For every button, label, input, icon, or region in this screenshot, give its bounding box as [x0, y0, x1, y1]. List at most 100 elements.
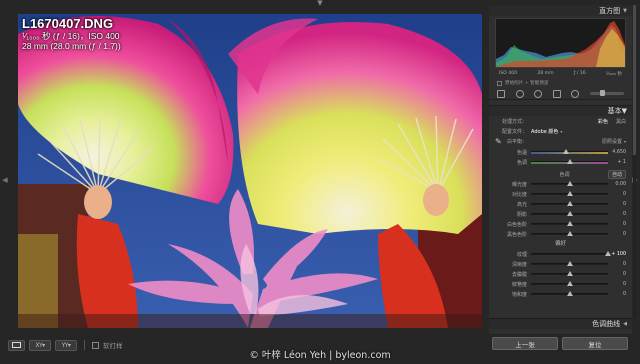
highlights-slider[interactable] — [531, 201, 608, 206]
exif-iso: ISO 400 — [499, 71, 518, 76]
slider-thumb[interactable] — [566, 201, 573, 206]
preview-status: 原始照片 + 智能预览 — [489, 78, 632, 88]
right-develop-panel: 直方图 ▼ ISO 400 28 mm ƒ / 16 ¹⁄₁₀₀₀ 秒 原始照片… — [489, 5, 632, 334]
wb-label: 白平衡： — [507, 139, 528, 145]
shadows-slider[interactable] — [531, 211, 608, 216]
whites-value[interactable]: 0 — [608, 222, 626, 227]
dehaze-slider[interactable] — [531, 271, 608, 276]
exif-focal: 28 mm — [537, 71, 554, 76]
shadows-row: 阴影 0 — [489, 209, 632, 219]
top-panel-toggle-icon[interactable]: ▼ — [314, 0, 326, 8]
treatment-label: 处理方式： — [501, 118, 527, 125]
develop-tool-strip — [489, 88, 632, 100]
whites-slider[interactable] — [531, 221, 608, 226]
basic-title: 基本 — [607, 107, 622, 115]
graduated-filter-icon[interactable] — [552, 89, 561, 98]
photo-info-overlay: L1670407.DNG ¹⁄₁₀₀₀ 秒 (ƒ / 16)，ISO 400 2… — [22, 16, 121, 51]
panel-scrollbar[interactable] — [633, 5, 636, 317]
vibrance-value[interactable]: 0 — [608, 282, 626, 287]
tone-curve-header[interactable]: 色调曲线 ◀ — [489, 318, 632, 329]
slider-thumb[interactable] — [566, 191, 573, 196]
texture-slider[interactable] — [531, 251, 611, 256]
exposure-row: 曝光度 0.00 — [489, 179, 632, 189]
slider-thumb[interactable] — [605, 251, 611, 256]
original-photo-checkbox[interactable] — [497, 80, 502, 86]
shadows-value[interactable]: 0 — [608, 212, 626, 217]
slider-thumb[interactable] — [567, 158, 574, 164]
chevron-down-icon[interactable]: ▾ — [560, 129, 562, 134]
spot-removal-icon[interactable] — [515, 89, 524, 98]
auto-tone-button[interactable]: 自动 — [607, 169, 626, 179]
clarity-value[interactable]: 0 — [608, 262, 626, 267]
adjustment-brush-slider[interactable] — [589, 90, 624, 96]
histogram-graph — [496, 21, 625, 67]
temp-row: 色温 4,650 — [489, 147, 632, 157]
saturation-value[interactable]: 0 — [608, 292, 626, 297]
profile-row: 配置文件： Adobe 颜色 ▾ — [489, 126, 632, 136]
blacks-value[interactable]: 0 — [608, 232, 626, 237]
temp-label: 色温 — [516, 149, 527, 156]
slider-thumb[interactable] — [566, 261, 573, 266]
preview-status-label: 原始照片 + 智能预览 — [505, 81, 549, 86]
treatment-color-option[interactable]: 彩色 — [598, 118, 608, 125]
tint-value[interactable]: + 1 — [608, 160, 626, 165]
lightroom-develop-window: ▼ ◀ ▶ — [0, 0, 640, 364]
treatment-bw-option[interactable]: 黑白 — [616, 118, 626, 125]
temp-value[interactable]: 4,650 — [608, 150, 626, 155]
saturation-slider[interactable] — [531, 291, 608, 296]
exposure-value[interactable]: 0.00 — [608, 182, 626, 187]
highlights-label: 高光 — [516, 201, 527, 208]
crop-tool-icon[interactable] — [497, 89, 505, 98]
white-balance-row: ✎ 白平衡： 原照设置 ▾ — [489, 136, 632, 147]
temp-slider[interactable] — [531, 148, 608, 154]
profile-select[interactable]: Adobe 颜色 — [531, 128, 558, 135]
presence-group-label: 偏好 — [554, 241, 566, 247]
expand-triangle-icon[interactable]: ◀ — [623, 321, 627, 327]
slider-thumb[interactable] — [566, 291, 573, 296]
clarity-label: 清晰度 — [511, 261, 527, 268]
collapse-triangle-icon[interactable]: ▼ — [623, 8, 627, 14]
histogram-exif-row: ISO 400 28 mm ƒ / 16 ¹⁄₁₀₀₀ 秒 — [489, 71, 632, 77]
histogram[interactable] — [495, 18, 626, 68]
highlights-value[interactable]: 0 — [608, 202, 626, 207]
photo-image — [18, 14, 482, 328]
collapse-triangle-icon[interactable]: ▼ — [622, 107, 627, 115]
tint-row: 色调 + 1 — [489, 157, 632, 167]
whites-row: 白色色阶 0 — [489, 219, 632, 229]
exif-shutter: ¹⁄₁₀₀₀ 秒 — [605, 72, 622, 77]
blacks-label: 黑色色阶 — [506, 231, 527, 238]
photo-credit: © 叶梓 Léon Yeh | byleon.com — [249, 350, 391, 361]
wb-select[interactable]: 原照设置 — [602, 138, 622, 145]
radial-filter-icon[interactable] — [571, 89, 580, 98]
slider-thumb[interactable] — [566, 211, 573, 216]
slider-thumb[interactable] — [566, 281, 573, 286]
histogram-header[interactable]: 直方图 ▼ — [489, 5, 632, 16]
dehaze-label: 去朦胧 — [511, 271, 527, 278]
photo-filename: L1670407.DNG — [22, 16, 114, 31]
vibrance-slider[interactable] — [531, 281, 608, 286]
dehaze-value[interactable]: 0 — [608, 272, 626, 277]
slider-thumb[interactable] — [562, 148, 569, 154]
tint-slider[interactable] — [531, 158, 608, 164]
contrast-slider[interactable] — [531, 191, 608, 196]
eyedropper-icon[interactable]: ✎ — [495, 137, 507, 146]
slider-thumb[interactable] — [566, 221, 573, 226]
slider-thumb[interactable] — [566, 231, 573, 236]
clarity-row: 清晰度 0 — [489, 259, 632, 269]
photo-canvas[interactable]: L1670407.DNG ¹⁄₁₀₀₀ 秒 (ƒ / 16)，ISO 400 2… — [18, 14, 482, 328]
chevron-down-icon[interactable]: ▾ — [624, 139, 626, 144]
left-panel-toggle-icon[interactable]: ◀ — [1, 176, 9, 184]
vibrance-row: 鲜艳度 0 — [489, 279, 632, 289]
red-eye-icon[interactable] — [534, 89, 543, 98]
basic-section-header[interactable]: 基本 ▼ — [489, 105, 632, 116]
clarity-slider[interactable] — [531, 261, 608, 266]
blacks-slider[interactable] — [531, 231, 608, 236]
contrast-value[interactable]: 0 — [608, 192, 626, 197]
slider-thumb[interactable] — [566, 181, 573, 186]
texture-label: 纹理 — [516, 251, 527, 258]
whites-label: 白色色阶 — [506, 221, 527, 228]
slider-thumb[interactable] — [566, 271, 573, 276]
tone-group-label: 色调 — [559, 171, 570, 178]
exposure-slider[interactable] — [531, 181, 608, 186]
scrollbar-knob[interactable] — [633, 5, 636, 155]
